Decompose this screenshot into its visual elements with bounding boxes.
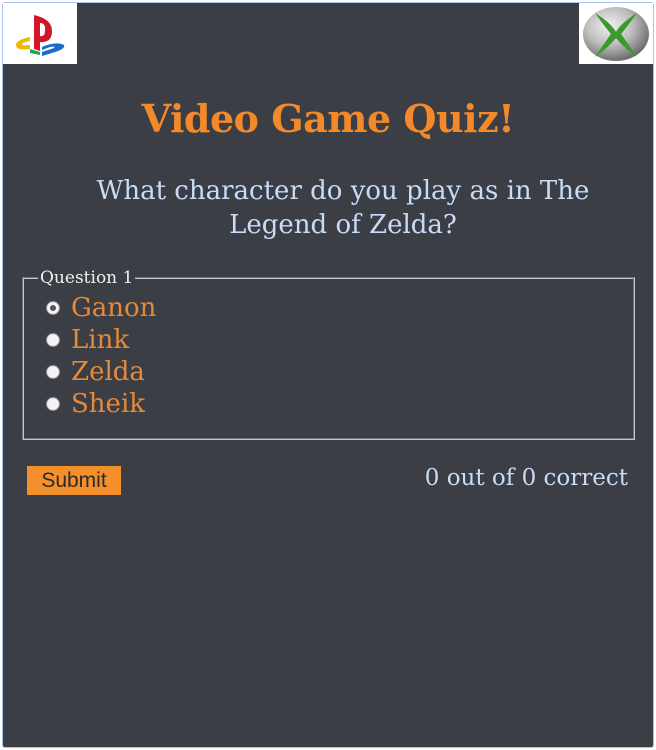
quiz-title: Video Game Quiz! [141, 96, 515, 141]
playstation-logo [3, 3, 77, 64]
option-label[interactable]: Zelda [71, 357, 145, 387]
option-label[interactable]: Ganon [71, 293, 156, 323]
xbox-logo [579, 3, 653, 64]
option-sheik[interactable]: Sheik [38, 388, 619, 420]
option-label[interactable]: Link [71, 325, 129, 355]
option-label[interactable]: Sheik [71, 389, 145, 419]
question-fieldset: Question 1 Ganon Link Zelda Sheik [22, 268, 635, 440]
radio-button[interactable] [46, 301, 60, 315]
question-text: What character do you play as in The Leg… [96, 176, 590, 240]
score-text: 0 out of 0 correct [424, 465, 628, 491]
options-list: Ganon Link Zelda Sheik [38, 292, 619, 420]
xbox-logo-icon [583, 6, 649, 61]
radio-button[interactable] [46, 333, 60, 347]
option-zelda[interactable]: Zelda [38, 356, 619, 388]
option-ganon[interactable]: Ganon [38, 292, 619, 324]
playstation-logo-icon [16, 14, 65, 56]
submit-button[interactable]: Submit [27, 466, 121, 495]
radio-button[interactable] [46, 397, 60, 411]
radio-button[interactable] [46, 365, 60, 379]
option-link[interactable]: Link [38, 324, 619, 356]
fieldset-legend: Question 1 [40, 268, 134, 288]
